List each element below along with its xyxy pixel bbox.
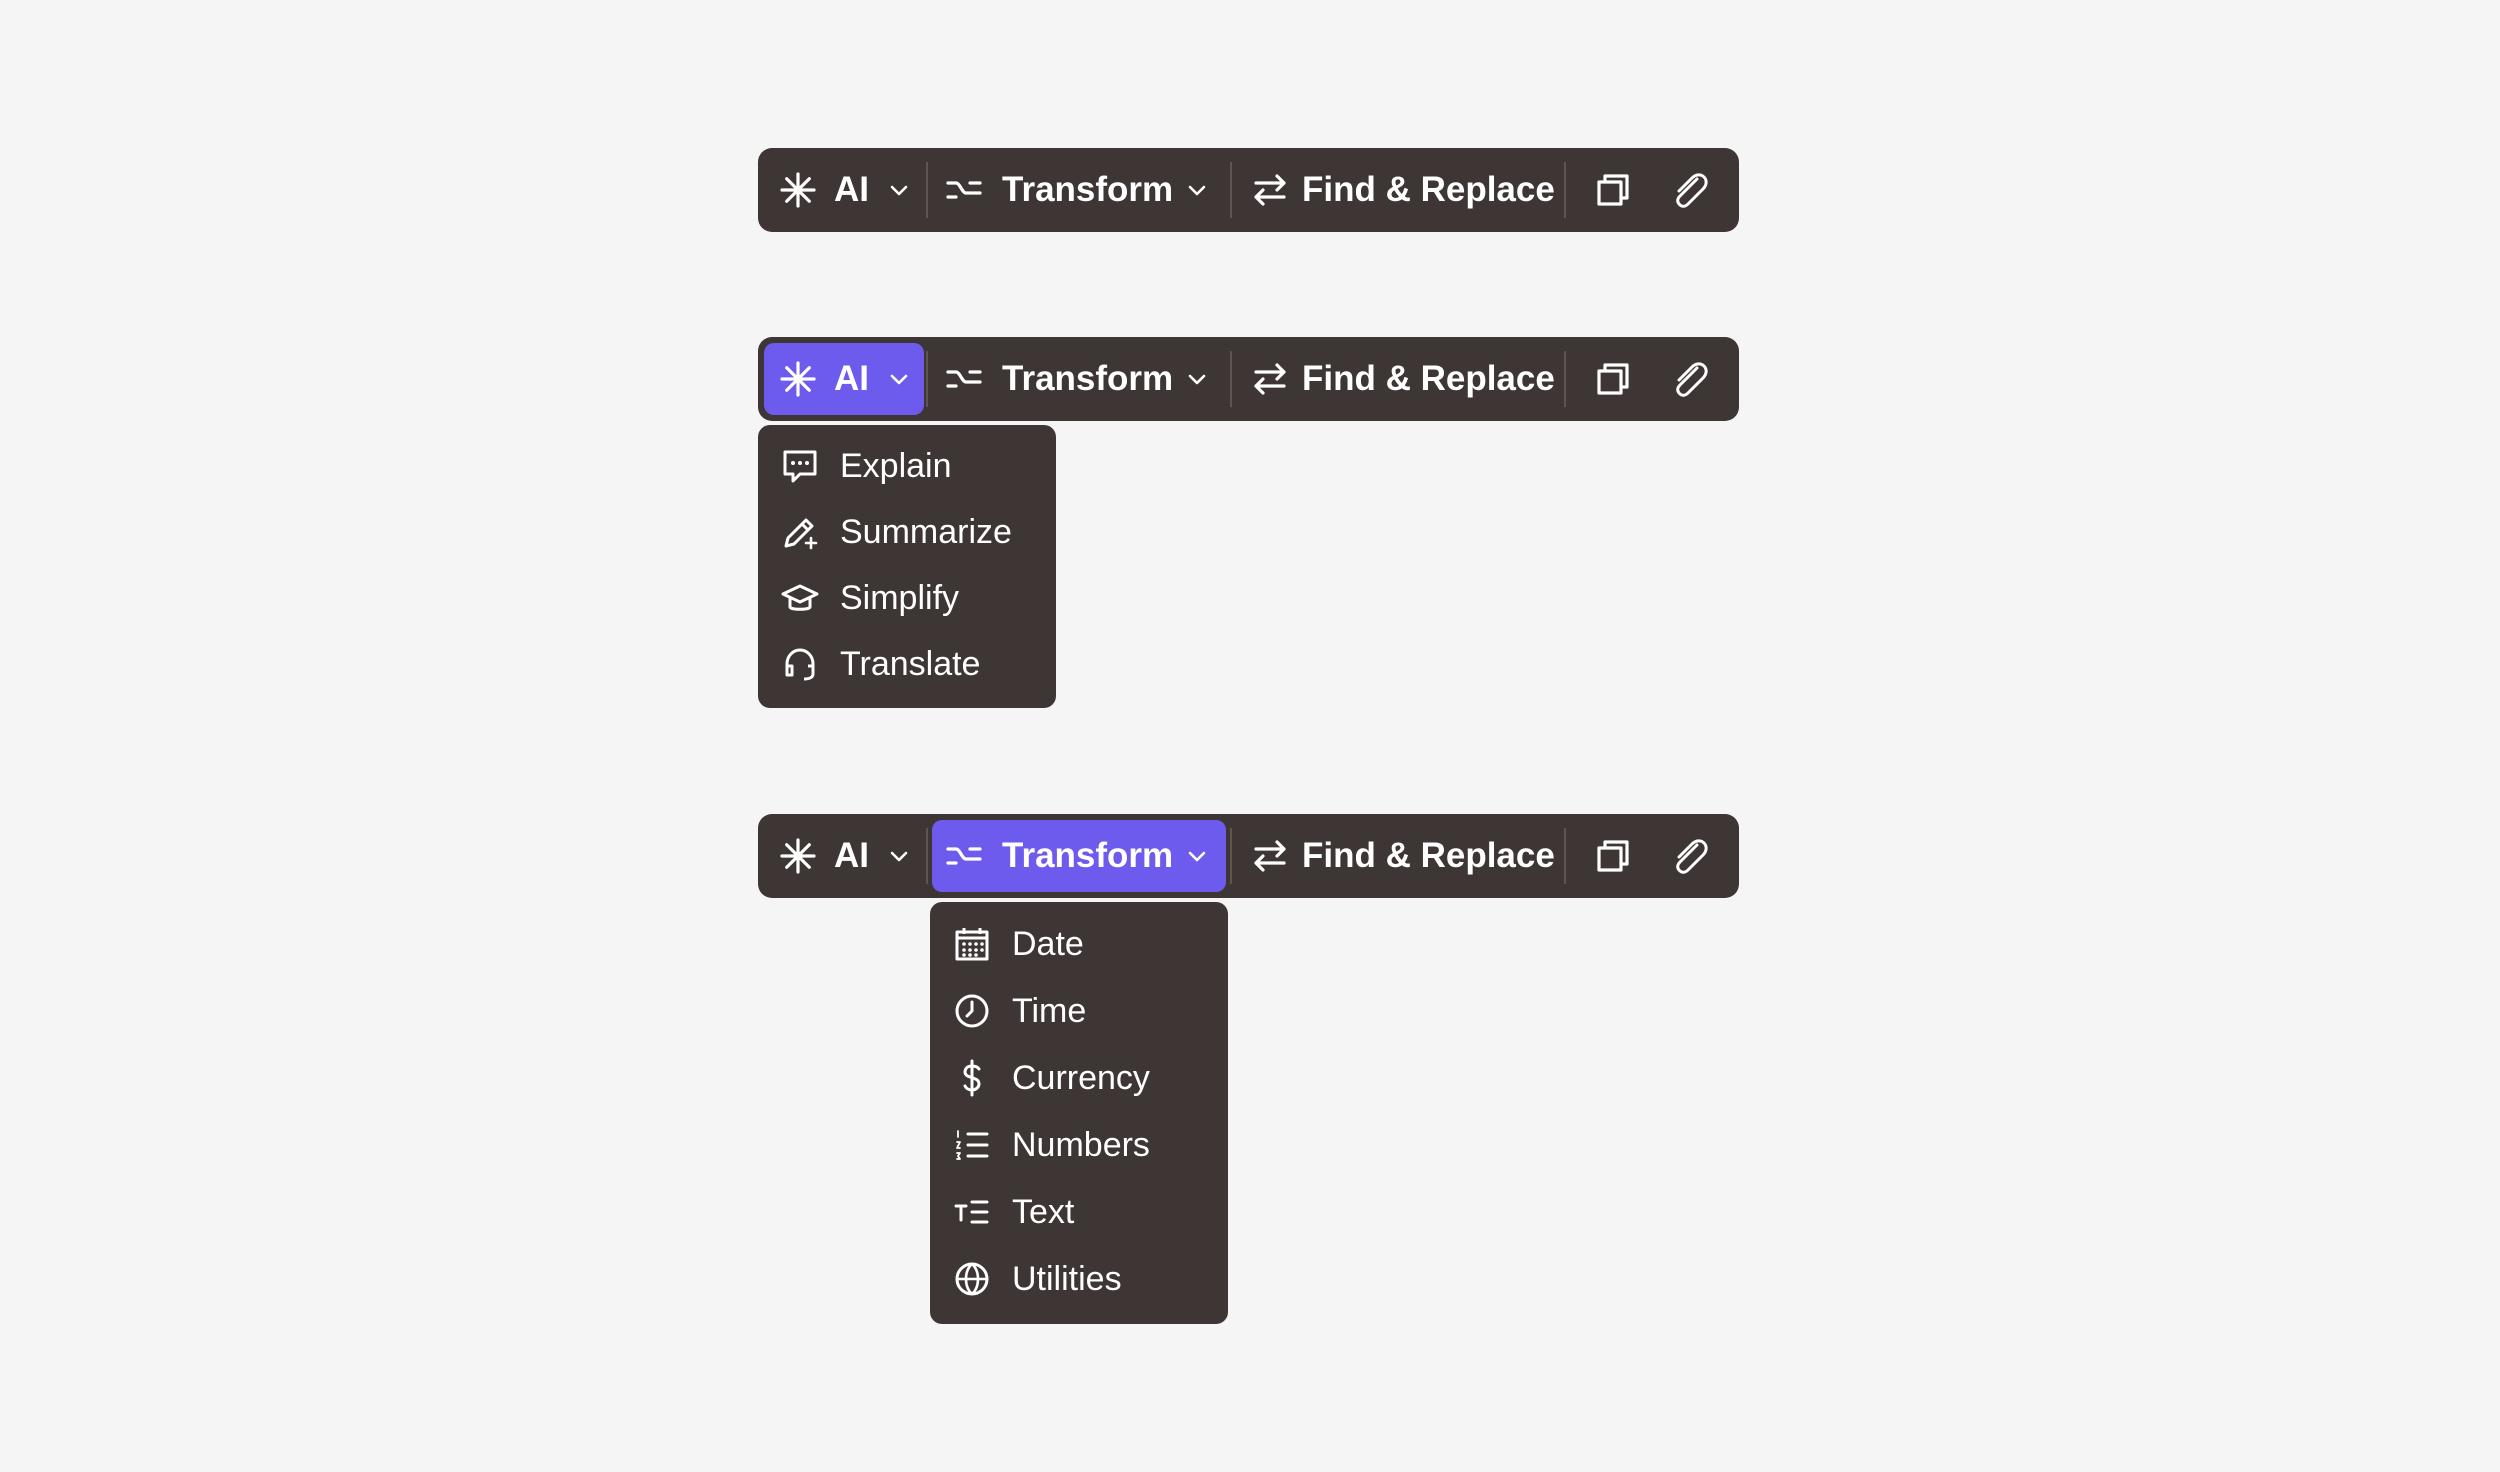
find-replace-label: Find & Replace	[1302, 836, 1555, 875]
chevron-down-icon	[1188, 851, 1206, 862]
separator	[1564, 162, 1566, 218]
transform-icon	[946, 847, 982, 865]
toolbar-transform-open: AI Transform Find & Replace	[758, 814, 1739, 898]
toolbar-ai-open: AI Transform Find & Replace	[758, 337, 1739, 421]
transform-label: Transform	[1002, 170, 1174, 209]
transform-label: Transform	[1002, 359, 1174, 398]
menu-item-explain[interactable]: Explain	[758, 433, 1056, 499]
transform-button[interactable]: Transform	[932, 343, 1226, 415]
transform-menu: Date Time Currency Numbers Text Utilitie…	[930, 902, 1228, 1324]
menu-item-label: Utilities	[1012, 1260, 1122, 1298]
copy-button[interactable]	[1578, 343, 1648, 415]
separator	[1230, 162, 1232, 218]
separator	[1564, 351, 1566, 407]
transform-icon	[946, 370, 982, 388]
swap-arrows-icon	[1254, 174, 1286, 206]
menu-item-date[interactable]: Date	[930, 911, 1228, 977]
separator	[1564, 828, 1566, 884]
globe-icon	[955, 1262, 989, 1296]
swap-arrows-icon	[1254, 363, 1286, 395]
find-replace-label: Find & Replace	[1302, 359, 1555, 398]
menu-item-label: Time	[1012, 992, 1087, 1030]
menu-item-text[interactable]: Text	[930, 1179, 1228, 1245]
copy-icon	[1597, 174, 1629, 206]
menu-item-currency[interactable]: Currency	[930, 1045, 1228, 1111]
ai-menu: Explain Summarize Simplify Translate	[758, 425, 1056, 708]
pencil-sparkle-icon	[784, 518, 818, 550]
menu-item-label: Explain	[840, 447, 952, 485]
paperclip-icon	[1676, 839, 1708, 874]
menu-item-summarize[interactable]: Summarize	[758, 499, 1056, 565]
attach-button[interactable]	[1655, 820, 1725, 892]
menu-item-label: Date	[1012, 925, 1084, 963]
separator	[926, 162, 928, 218]
numbered-list-icon	[956, 1130, 989, 1160]
ai-label: AI	[834, 836, 869, 875]
copy-button[interactable]	[1578, 154, 1648, 226]
sparkle-icon	[780, 838, 816, 874]
paperclip-icon	[1676, 362, 1708, 397]
swap-arrows-icon	[1254, 840, 1286, 872]
transform-button[interactable]: Transform	[932, 820, 1226, 892]
chat-bubble-icon	[783, 450, 817, 483]
menu-item-translate[interactable]: Translate	[758, 631, 1056, 697]
menu-item-label: Text	[1012, 1193, 1075, 1231]
separator	[926, 351, 928, 407]
menu-item-label: Summarize	[840, 513, 1012, 551]
menu-item-utilities[interactable]: Utilities	[930, 1246, 1228, 1312]
separator	[1230, 351, 1232, 407]
menu-item-label: Simplify	[840, 579, 960, 617]
attach-button[interactable]	[1655, 343, 1725, 415]
chevron-down-icon	[890, 185, 908, 196]
paperclip-icon	[1676, 173, 1708, 208]
clock-icon	[955, 994, 989, 1028]
ai-label: AI	[834, 170, 869, 209]
attach-button[interactable]	[1655, 154, 1725, 226]
sparkle-icon	[780, 172, 816, 208]
copy-button[interactable]	[1578, 820, 1648, 892]
menu-item-numbers[interactable]: Numbers	[930, 1112, 1228, 1178]
menu-item-label: Currency	[1012, 1059, 1150, 1097]
transform-label: Transform	[1002, 836, 1174, 875]
chevron-down-icon	[1188, 374, 1206, 385]
find-replace-button[interactable]: Find & Replace	[1236, 820, 1562, 892]
ai-label: AI	[834, 359, 869, 398]
chevron-down-icon	[890, 851, 908, 862]
transform-button[interactable]: Transform	[932, 154, 1226, 226]
find-replace-button[interactable]: Find & Replace	[1236, 343, 1562, 415]
chevron-down-icon	[1188, 185, 1206, 196]
toolbar-default: AI Transform Find & Replace	[758, 148, 1739, 232]
find-replace-button[interactable]: Find & Replace	[1236, 154, 1562, 226]
ai-button[interactable]: AI	[764, 820, 924, 892]
separator	[1230, 828, 1232, 884]
menu-item-label: Numbers	[1012, 1126, 1150, 1164]
ai-button[interactable]: AI	[764, 343, 924, 415]
separator	[926, 828, 928, 884]
copy-icon	[1597, 363, 1629, 395]
ai-button[interactable]: AI	[764, 154, 924, 226]
sparkle-icon	[780, 361, 816, 397]
menu-item-simplify[interactable]: Simplify	[758, 565, 1056, 631]
copy-icon	[1597, 840, 1629, 872]
calendar-icon	[955, 928, 989, 961]
transform-icon	[946, 181, 982, 199]
text-format-icon	[954, 1200, 989, 1224]
graduation-cap-icon	[781, 584, 819, 611]
menu-item-label: Translate	[840, 645, 981, 683]
dollar-icon	[963, 1059, 981, 1097]
find-replace-label: Find & Replace	[1302, 170, 1555, 209]
headphones-icon	[785, 648, 815, 681]
menu-item-time[interactable]: Time	[930, 978, 1228, 1044]
chevron-down-icon	[890, 374, 908, 385]
